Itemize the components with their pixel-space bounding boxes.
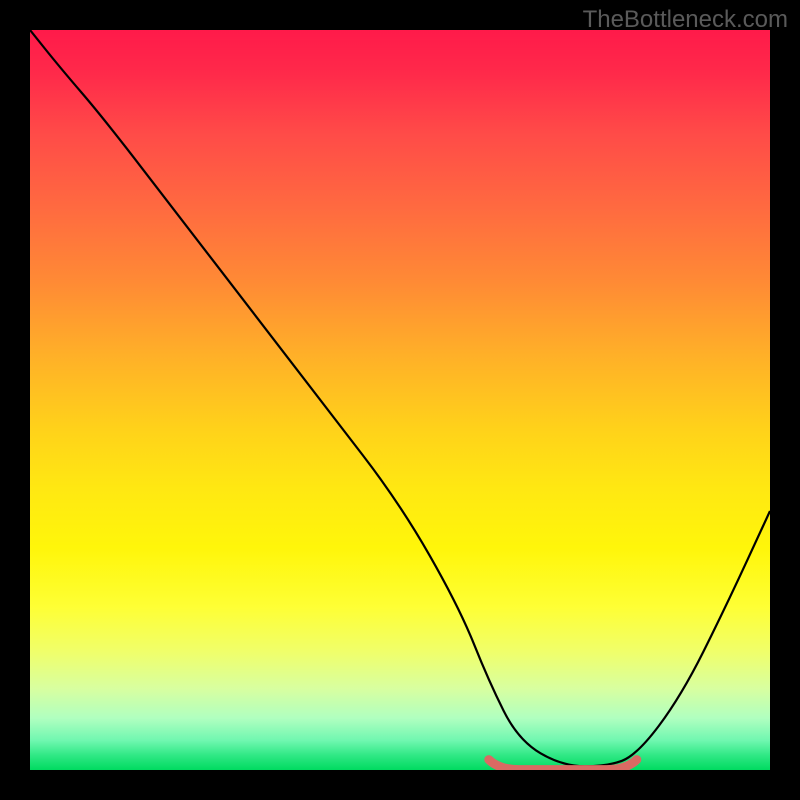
chart-plot-area (30, 30, 770, 770)
bottleneck-curve-line (30, 30, 770, 766)
optimal-flat-segment (489, 760, 637, 770)
watermark-text: TheBottleneck.com (583, 6, 788, 34)
chart-svg (30, 30, 770, 770)
